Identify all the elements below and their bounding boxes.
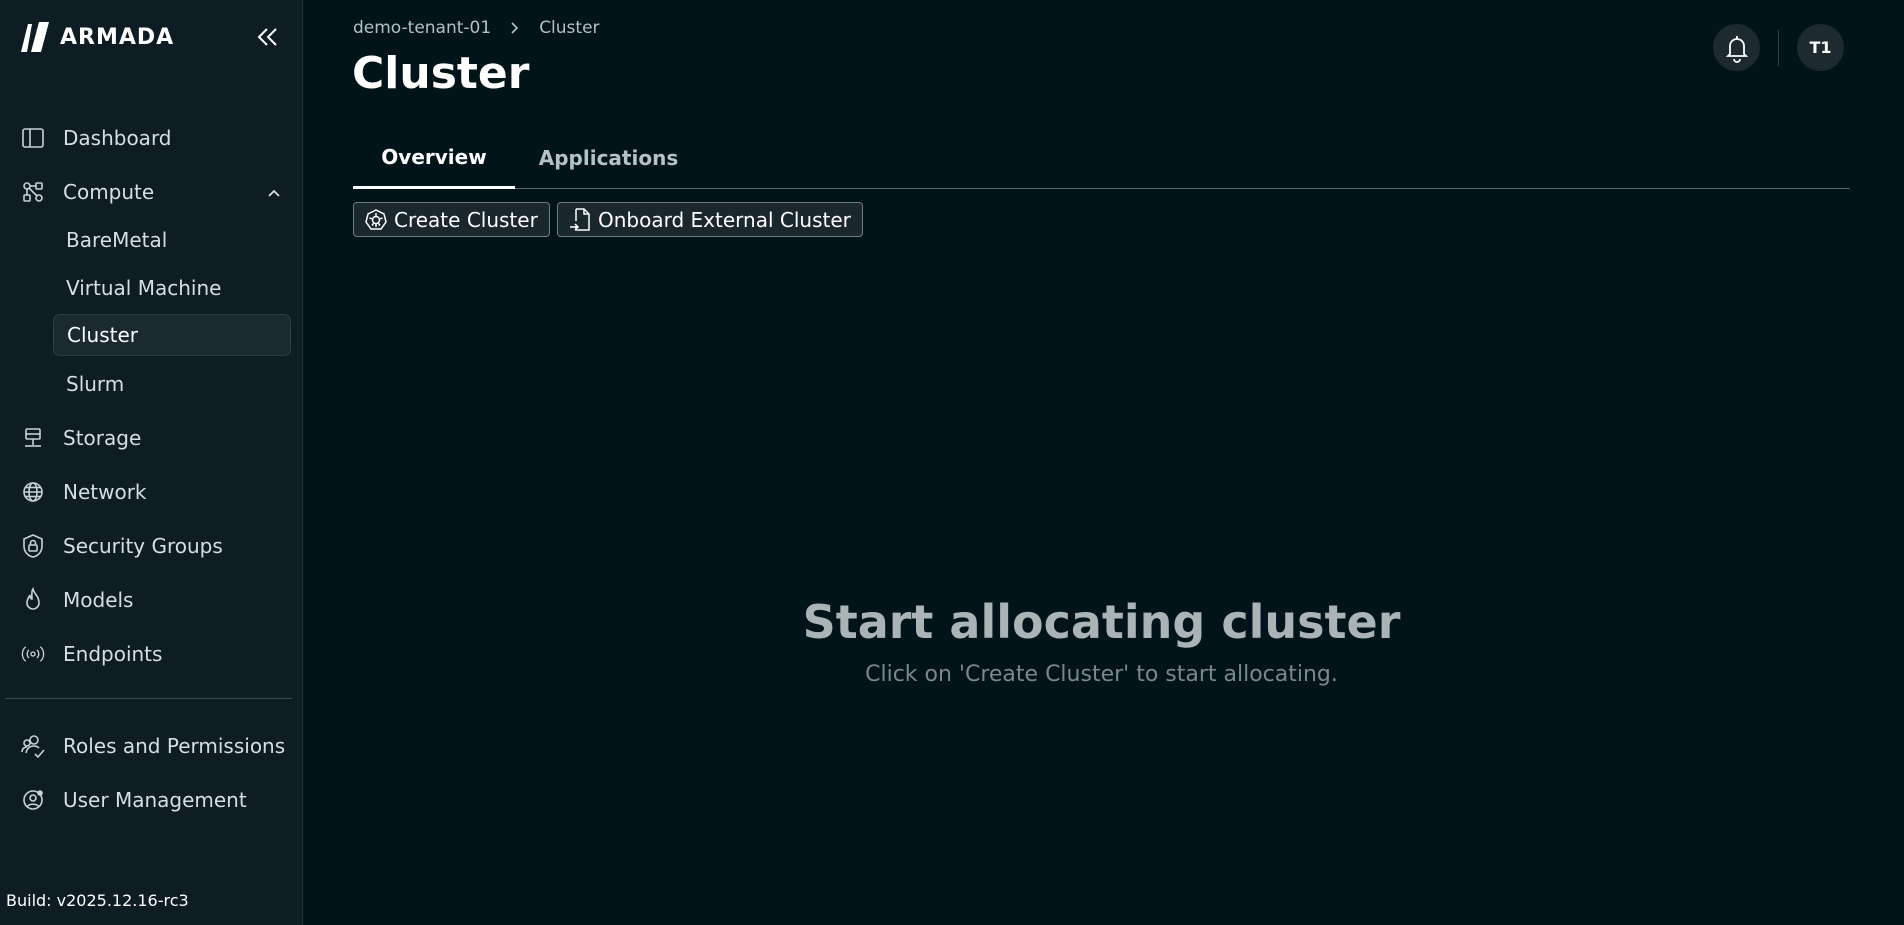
flame-icon [20, 587, 46, 613]
avatar-initials: T1 [1809, 38, 1832, 57]
sidebar-panel-icon [20, 125, 46, 151]
chevron-up-icon [268, 189, 280, 197]
brand-logo[interactable]: ARMADA [18, 20, 174, 54]
sidebar-subitem-slurm[interactable]: Slurm [53, 363, 291, 405]
sidebar-item-storage[interactable]: Storage [20, 418, 141, 458]
sidebar-subitem-baremetal[interactable]: BareMetal [53, 219, 291, 261]
app-root: ARMADA Dashboard Compute BareMetal Virtu… [0, 0, 1904, 925]
sidebar-divider [5, 698, 292, 699]
user-gear-icon [20, 787, 46, 813]
bell-icon [1725, 35, 1748, 63]
tab-overview[interactable]: Overview [353, 128, 515, 189]
breadcrumb-current: Cluster [539, 18, 600, 38]
sidebar-item-label: Compute [63, 180, 155, 204]
header-separator [1778, 29, 1779, 66]
create-cluster-button[interactable]: Create Cluster [353, 202, 550, 237]
sidebar-item-label: Storage [63, 426, 142, 450]
armada-logo-icon [21, 22, 49, 52]
broadcast-icon [20, 641, 46, 667]
chevron-right-icon [511, 22, 519, 34]
sidebar-item-label: User Management [63, 788, 247, 812]
brand-name: ARMADA [60, 24, 175, 50]
compute-nodes-icon [20, 179, 46, 205]
storage-icon [20, 425, 46, 451]
shield-lock-icon [20, 533, 46, 559]
sidebar-item-user-management[interactable]: User Management [20, 780, 247, 820]
sidebar-item-label: Security Groups [63, 534, 223, 558]
sidebar-item-label: Roles and Permissions [63, 734, 286, 758]
sidebar-subitem-label: Slurm [66, 372, 125, 396]
sidebar-item-label: Dashboard [63, 126, 172, 150]
sidebar-subitem-label: Virtual Machine [66, 276, 222, 300]
sidebar-item-dashboard[interactable]: Dashboard [20, 118, 172, 158]
file-import-icon [570, 207, 590, 231]
empty-state-title: Start allocating cluster [802, 595, 1401, 649]
sidebar-item-compute[interactable]: Compute [20, 172, 154, 212]
sidebar-item-endpoints[interactable]: Endpoints [20, 634, 162, 674]
sidebar-item-label: Endpoints [63, 642, 163, 666]
tab-bar: Overview Applications [353, 128, 1850, 189]
breadcrumb-tenant[interactable]: demo-tenant-01 [353, 18, 491, 38]
kubernetes-wheel-icon [365, 208, 387, 230]
sidebar-item-security-groups[interactable]: Security Groups [20, 526, 223, 566]
sidebar-subitem-label: Cluster [67, 323, 138, 347]
sidebar-item-label: Models [63, 588, 134, 612]
page-title: Cluster [352, 48, 530, 99]
empty-state-subtitle: Click on 'Create Cluster' to start alloc… [865, 662, 1338, 687]
compute-collapse-toggle[interactable] [264, 183, 284, 203]
onboard-external-cluster-label: Onboard External Cluster [598, 207, 851, 232]
users-check-icon [20, 733, 46, 759]
tab-applications[interactable]: Applications [515, 128, 702, 188]
sidebar-subitem-label: BareMetal [66, 228, 168, 252]
tab-label: Applications [538, 146, 679, 170]
tab-label: Overview [381, 145, 487, 169]
sidebar-item-network[interactable]: Network [20, 472, 147, 512]
chevrons-left-icon [257, 28, 277, 46]
sidebar: ARMADA Dashboard Compute BareMetal Virtu… [0, 0, 303, 925]
collapse-sidebar-button[interactable] [252, 22, 282, 52]
build-version: Build: v2025.12.16-rc3 [6, 891, 189, 910]
user-avatar-button[interactable]: T1 [1797, 24, 1844, 71]
globe-icon [20, 479, 46, 505]
breadcrumb: demo-tenant-01 Cluster [353, 18, 600, 38]
onboard-external-cluster-button[interactable]: Onboard External Cluster [557, 202, 863, 237]
sidebar-item-label: Network [63, 480, 147, 504]
sidebar-subitem-cluster[interactable]: Cluster [53, 314, 291, 356]
sidebar-subitem-virtual-machine[interactable]: Virtual Machine [53, 267, 291, 309]
create-cluster-label: Create Cluster [394, 207, 538, 232]
sidebar-item-models[interactable]: Models [20, 580, 133, 620]
header-actions: T1 [1713, 24, 1844, 71]
sidebar-item-roles-permissions[interactable]: Roles and Permissions [20, 726, 285, 766]
notifications-button[interactable] [1713, 24, 1760, 71]
